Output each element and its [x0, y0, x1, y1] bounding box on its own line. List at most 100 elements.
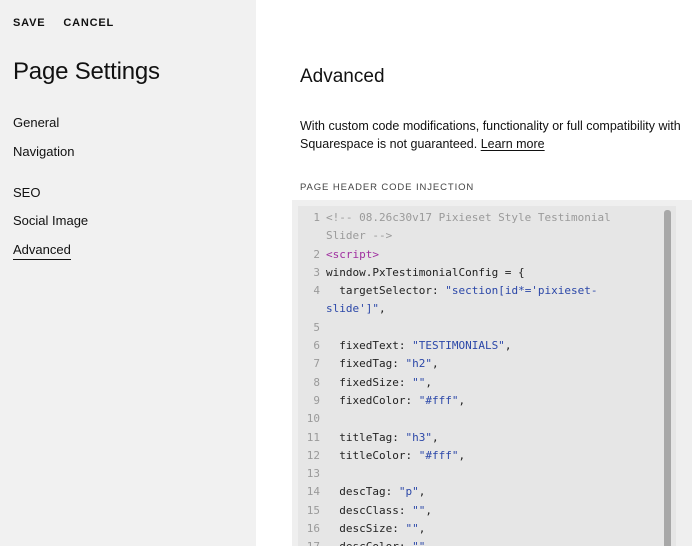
code-token: , [425, 375, 432, 389]
code-token: descSize: [326, 522, 406, 536]
code-token: "TESTIMONIALS" [412, 339, 505, 353]
description-text: With custom code modifications, function… [300, 117, 692, 153]
line-number: 2 [313, 247, 320, 261]
code-token: , [431, 357, 439, 371]
code-text: titleColor: "#fff", [326, 447, 465, 465]
learn-more-link[interactable]: Learn more [481, 137, 545, 151]
code-token: "" [412, 540, 425, 546]
line-number: 12 [306, 448, 320, 462]
code-text: fixedColor: "#fff", [326, 392, 465, 410]
code-token: fixedText: [326, 339, 413, 353]
code-line: 11 titleTag: "h3", [298, 429, 611, 447]
sidebar-title: Page Settings [13, 58, 160, 85]
scrollbar[interactable] [664, 210, 672, 546]
cancel-button[interactable]: CANCEL [63, 17, 114, 29]
code-text: fixedSize: "", [326, 374, 432, 392]
code-text: <!-- 08.26c30v17 Pixieset Style Testimon… [326, 209, 611, 227]
code-token: fixedTag: [326, 357, 406, 371]
line-number: 15 [306, 503, 320, 517]
code-token: , [418, 485, 426, 499]
code-line: 17 descColor: "" [298, 538, 611, 546]
code-text: fixedTag: "h2", [326, 355, 439, 373]
line-number [298, 227, 326, 245]
code-token: descTag: [326, 485, 399, 499]
line-number: 7 [313, 357, 320, 371]
line-number: 6 [313, 339, 320, 353]
code-lines: 1 <!-- 08.26c30v17 Pixieset Style Testimo… [298, 209, 611, 546]
code-text: fixedText: "TESTIMONIALS", [326, 337, 511, 355]
code-token: , [418, 522, 426, 536]
code-line: 6 fixedText: "TESTIMONIALS", [298, 337, 611, 355]
line-number: 5 [313, 320, 320, 334]
code-token: fixedSize: [326, 375, 413, 389]
scrollbar-thumb[interactable] [664, 210, 671, 546]
code-editor-area[interactable]: 1 <!-- 08.26c30v17 Pixieset Style Testimo… [298, 206, 676, 546]
sidebar-item-navigation[interactable]: Navigation [13, 144, 74, 159]
code-token: <!-- 08.26c30v17 Pixieset Style Testimon… [326, 211, 611, 224]
code-token: descColor: [326, 540, 412, 546]
code-line: 1 <!-- 08.26c30v17 Pixieset Style Testimo… [298, 209, 611, 227]
code-token: , [504, 339, 512, 353]
main-panel: Advanced With custom code modifications,… [256, 0, 700, 546]
save-button[interactable]: SAVE [13, 17, 45, 29]
code-text: <script> [326, 246, 379, 264]
code-token: , [458, 448, 466, 462]
code-line: 15 descClass: "", [298, 502, 611, 520]
code-token: , [431, 430, 439, 444]
code-line: 2 <script> [298, 246, 611, 264]
code-line: 9 fixedColor: "#fff", [298, 392, 611, 410]
code-injection-editor[interactable]: 1 <!-- 08.26c30v17 Pixieset Style Testimo… [292, 200, 692, 546]
code-line: 5 [298, 319, 611, 337]
code-text: targetSelector: "section[id*='pixieset- [326, 282, 598, 300]
code-token: "p" [398, 485, 419, 499]
code-token: "section[id*='pixieset- [445, 284, 598, 298]
code-line: 4 targetSelector: "section[id*='pixieset… [298, 282, 611, 300]
code-text: descSize: "", [326, 520, 425, 538]
code-token: <script> [326, 247, 379, 261]
sidebar-item-social-image[interactable]: Social Image [13, 213, 88, 228]
code-line: 8 fixedSize: "", [298, 374, 611, 392]
code-token: "h3" [405, 430, 432, 444]
code-token: "h2" [405, 357, 432, 371]
code-text: titleTag: "h3", [326, 429, 439, 447]
code-token: , [458, 393, 466, 407]
code-text: slide']", [326, 300, 386, 318]
code-token: "#fff" [418, 448, 459, 462]
sidebar: SAVE CANCEL Page Settings General Naviga… [0, 0, 256, 546]
code-text: descTag: "p", [326, 483, 425, 501]
code-token: "" [412, 503, 426, 517]
code-line: 16 descSize: "", [298, 520, 611, 538]
line-number: 1 [313, 211, 320, 224]
code-token: fixedColor: [326, 393, 419, 407]
code-text: window.PxTestimonialConfig = { [326, 264, 525, 282]
code-line: 3 window.PxTestimonialConfig = { [298, 264, 611, 282]
code-token: slide']" [326, 302, 379, 316]
sidebar-item-seo[interactable]: SEO [13, 185, 40, 200]
sidebar-item-advanced[interactable]: Advanced [13, 242, 71, 260]
top-actions: SAVE CANCEL [13, 17, 114, 29]
code-token: descClass: [326, 503, 413, 517]
sidebar-item-general[interactable]: General [13, 115, 59, 130]
line-number: 13 [306, 467, 320, 481]
code-token: "" [412, 375, 426, 389]
line-number: 4 [313, 284, 320, 298]
code-token: , [378, 302, 386, 316]
line-number: 8 [313, 375, 320, 389]
code-token: targetSelector: [326, 284, 446, 298]
code-line: 14 descTag: "p", [298, 483, 611, 501]
code-token: "#fff" [418, 393, 459, 407]
code-token: "" [405, 522, 419, 536]
line-number: 10 [306, 412, 320, 426]
code-line: 12 titleColor: "#fff", [298, 447, 611, 465]
code-line: Slider --> [298, 227, 611, 245]
code-line: 10 [298, 410, 611, 428]
line-number: 17 [298, 538, 326, 546]
code-token: titleTag: [326, 430, 406, 444]
page-title: Advanced [300, 66, 385, 87]
code-text: descColor: "" [326, 538, 425, 546]
code-token: window.PxTestimonialConfig = { [326, 265, 525, 279]
code-text: Slider --> [326, 227, 392, 245]
code-token: , [425, 503, 432, 517]
code-text: descClass: "", [326, 502, 432, 520]
code-line: slide']", [298, 300, 611, 318]
